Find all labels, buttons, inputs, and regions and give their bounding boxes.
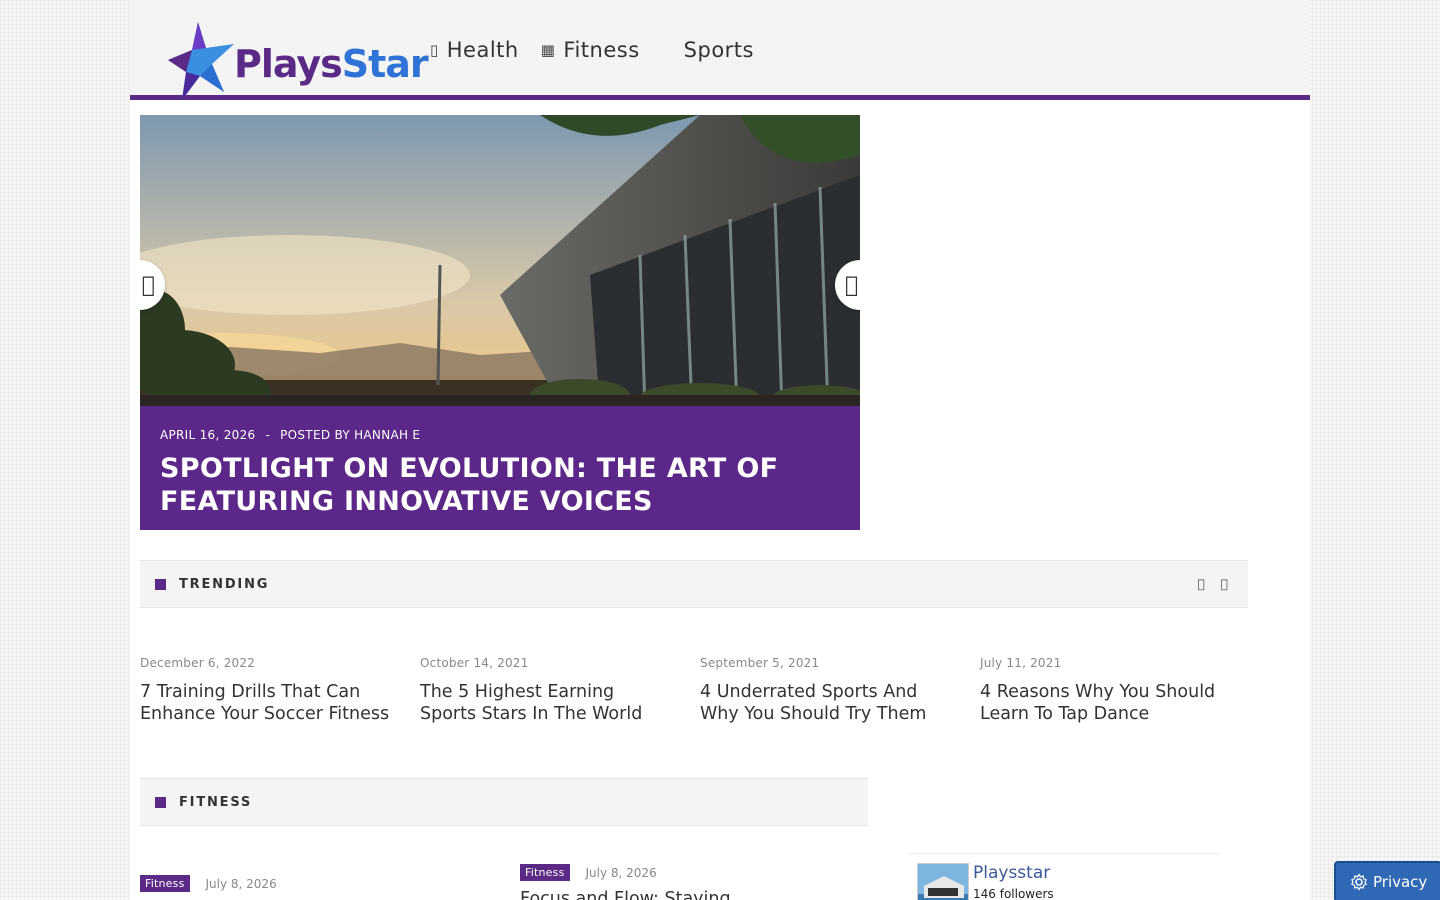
page-wrapper: PlaysStar ▯ Health ▦ Fitness Sports APRI…: [130, 0, 1310, 900]
privacy-label: Privacy: [1373, 873, 1428, 891]
slide-date: APRIL 16, 2026: [160, 428, 256, 442]
star-logo-icon: [168, 22, 234, 100]
logo-text-star: Star: [341, 42, 429, 86]
section-marker-icon: [155, 578, 166, 590]
site-header: PlaysStar ▯ Health ▦ Fitness Sports: [130, 0, 1310, 100]
trending-date: October 14, 2021: [420, 656, 529, 670]
trending-item[interactable]: December 6, 2022 7 Training Drills That …: [140, 656, 420, 725]
trending-item[interactable]: September 5, 2021 4 Underrated Sports An…: [700, 656, 980, 725]
fitness-item-meta: Fitness July 8, 2026: [520, 864, 657, 881]
nav-item-sports[interactable]: Sports: [684, 36, 754, 64]
nav-label-sports: Sports: [683, 38, 754, 62]
trending-label: TRENDING: [179, 576, 270, 592]
slide-meta: APRIL 16, 2026- POSTED BY HANNAH E: [160, 428, 840, 442]
section-marker-icon: [155, 796, 166, 808]
fitness-date: July 8, 2026: [205, 876, 277, 891]
trending-item[interactable]: October 14, 2021 The 5 Highest Earning S…: [420, 656, 700, 725]
slide-author[interactable]: POSTED BY HANNAH E: [280, 428, 420, 442]
trending-title[interactable]: 4 Reasons Why You Should Learn To Tap Da…: [980, 681, 1230, 725]
fitness-date: July 8, 2026: [585, 865, 657, 880]
profile-name[interactable]: Playsstar: [973, 863, 1050, 883]
avatar[interactable]: [917, 863, 969, 900]
site-logo[interactable]: PlaysStar: [168, 20, 429, 102]
fitness-item-meta: Fitness July 8, 2026: [140, 875, 277, 892]
nav-item-fitness[interactable]: ▦ Fitness: [541, 36, 640, 64]
trending-controls:  : [1198, 577, 1228, 591]
trending-title[interactable]: 7 Training Drills That Can Enhance Your …: [140, 681, 390, 725]
grid-icon: ▦: [540, 41, 556, 59]
slide-title[interactable]: SPOTLIGHT ON EVOLUTION: THE ART OF FEATU…: [160, 452, 840, 518]
logo-text-plays: Plays: [234, 42, 343, 86]
nav-item-health[interactable]: ▯ Health: [430, 36, 519, 64]
category-badge[interactable]: Fitness: [140, 875, 190, 892]
gear-icon: [1351, 873, 1367, 891]
fitness-label: FITNESS: [179, 794, 253, 810]
trending-prev-icon[interactable]: : [1198, 577, 1205, 591]
trending-date: September 5, 2021: [700, 656, 820, 670]
trending-title[interactable]: 4 Underrated Sports And Why You Should T…: [700, 681, 950, 725]
featured-slider: APRIL 16, 2026- POSTED BY HANNAH E SPOTLI…: [140, 115, 860, 530]
meta-separator: -: [265, 428, 271, 442]
slide-caption[interactable]: APRIL 16, 2026- POSTED BY HANNAH E SPOTLI…: [140, 406, 860, 530]
profile-followers: 146 followers: [973, 887, 1054, 900]
fitness-title[interactable]: Focus and Flow: Staying: [520, 889, 731, 900]
health-icon: ▯: [430, 41, 439, 59]
nav-label-health: Health: [446, 38, 519, 62]
trending-date: July 11, 2021: [980, 656, 1062, 670]
privacy-button[interactable]: Privacy: [1334, 861, 1440, 900]
social-widget[interactable]: Playsstar 146 followers: [908, 853, 1220, 900]
chevron-left-icon: : [142, 273, 155, 298]
trending-list: December 6, 2022 7 Training Drills That …: [140, 656, 1260, 725]
trending-header: TRENDING  : [140, 560, 1248, 608]
main-nav: ▯ Health ▦ Fitness Sports: [430, 36, 776, 64]
trending-title[interactable]: The 5 Highest Earning Sports Stars In Th…: [420, 681, 670, 725]
trending-next-icon[interactable]: : [1221, 577, 1228, 591]
fitness-header: FITNESS: [140, 778, 868, 826]
trending-item[interactable]: July 11, 2021 4 Reasons Why You Should L…: [980, 656, 1260, 725]
chevron-right-icon: : [845, 273, 858, 298]
nav-label-fitness: Fitness: [563, 38, 640, 62]
category-badge[interactable]: Fitness: [520, 864, 570, 881]
logo-text: PlaysStar: [234, 42, 429, 86]
trending-date: December 6, 2022: [140, 656, 256, 670]
profile-image: [918, 864, 968, 900]
